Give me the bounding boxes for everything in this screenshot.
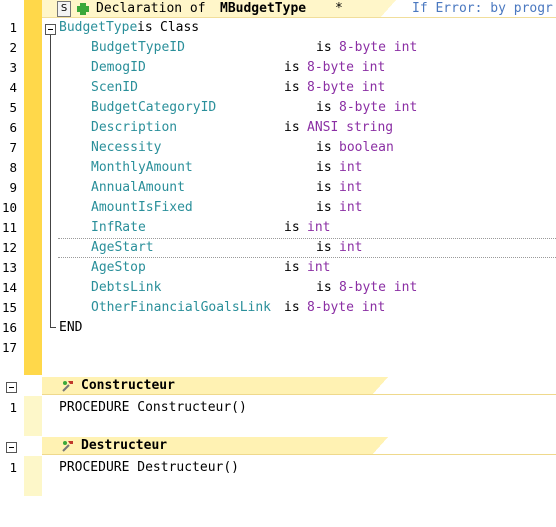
member-type: int — [307, 260, 331, 275]
line-number: 15 — [1, 300, 17, 315]
line-number: 12 — [1, 240, 17, 255]
line-number: 16 — [1, 320, 17, 335]
puzzle-icon — [76, 2, 90, 16]
member-name[interactable]: Necessity — [91, 138, 161, 158]
member-name[interactable]: OtherFinancialGoalsLink — [91, 298, 271, 318]
is-keyword: is — [316, 40, 332, 55]
is-keyword: is — [316, 140, 332, 155]
member-type: 8-byte int — [339, 40, 418, 55]
member-type: ANSI string — [307, 120, 394, 135]
s-badge[interactable]: S — [57, 1, 71, 17]
line-number: 8 — [9, 160, 17, 175]
line-number: 1 — [9, 20, 17, 35]
line-number: 1 — [9, 460, 17, 475]
line-number: 6 — [9, 120, 17, 135]
member-type: boolean — [339, 140, 394, 155]
is-keyword: is — [316, 200, 332, 215]
member-name[interactable]: DebtsLink — [91, 278, 161, 298]
declaration-title-prefix: Declaration of — [96, 1, 206, 16]
is-keyword: is — [284, 80, 300, 95]
is-keyword: is — [316, 180, 332, 195]
is-keyword: is — [316, 280, 332, 295]
declaration-title-name: MBudgetType — [220, 1, 307, 16]
member-type: 8-byte int — [307, 60, 386, 75]
constructor-code[interactable]: PROCEDURE Constructeur() — [59, 398, 247, 418]
class-name[interactable]: BudgetType — [59, 18, 137, 38]
line-number: 13 — [1, 260, 17, 275]
member-type: int — [339, 160, 363, 175]
change-gutter — [24, 18, 42, 375]
destructor-title: Destructeur — [81, 438, 168, 453]
line-number: 3 — [9, 60, 17, 75]
line-number: 4 — [9, 80, 17, 95]
constructor-icon — [61, 379, 75, 393]
line-number: 1 — [9, 400, 17, 415]
is-keyword: is — [316, 160, 332, 175]
is-keyword: is — [316, 100, 332, 115]
line-number: 7 — [9, 140, 17, 155]
is-keyword: is — [284, 120, 300, 135]
member-type: 8-byte int — [307, 300, 386, 315]
member-name[interactable]: Description — [91, 118, 177, 138]
member-name[interactable]: AnnualAmount — [91, 178, 185, 198]
member-type: 8-byte int — [339, 280, 418, 295]
is-keyword: is — [284, 300, 300, 315]
line-number: 14 — [1, 280, 17, 295]
constructor-title: Constructeur — [81, 378, 175, 393]
is-keyword: is — [137, 20, 153, 35]
class-keyword: Class — [160, 20, 200, 35]
is-keyword: is — [284, 60, 300, 75]
member-type: int — [339, 200, 363, 215]
member-type: 8-byte int — [339, 100, 418, 115]
member-name[interactable]: AgeStop — [91, 258, 146, 278]
fold-toggle-constructor[interactable] — [6, 382, 17, 393]
member-name[interactable]: ScenID — [91, 78, 138, 98]
member-name[interactable]: AgeStart — [91, 238, 154, 258]
fold-toggle-class[interactable] — [45, 24, 56, 35]
member-type: int — [307, 220, 331, 235]
member-type: int — [339, 180, 363, 195]
destructor-icon — [61, 439, 75, 453]
destructor-code[interactable]: PROCEDURE Destructeur() — [59, 458, 239, 478]
line-number: 10 — [1, 200, 17, 215]
line-number: 9 — [9, 180, 17, 195]
member-name[interactable]: MonthlyAmount — [91, 158, 193, 178]
fold-toggle-destructor[interactable] — [6, 442, 17, 453]
line-number: 17 — [1, 340, 17, 355]
line-number: 11 — [1, 220, 17, 235]
member-type: 8-byte int — [307, 80, 386, 95]
header-gutter — [24, 0, 42, 18]
end-keyword: END — [59, 320, 83, 335]
modified-marker: * — [335, 1, 343, 16]
is-keyword: is — [284, 260, 300, 275]
member-name[interactable]: DemogID — [91, 58, 146, 78]
line-number: 5 — [9, 100, 17, 115]
member-name[interactable]: BudgetTypeID — [91, 38, 185, 58]
is-keyword: is — [316, 240, 332, 255]
member-type: int — [339, 240, 363, 255]
member-name[interactable]: InfRate — [91, 218, 146, 238]
member-name[interactable]: AmountIsFixed — [91, 198, 193, 218]
line-number: 2 — [9, 40, 17, 55]
is-keyword: is — [284, 220, 300, 235]
declaration-header: S Declaration of MBudgetType * If Error:… — [0, 0, 556, 18]
error-hint[interactable]: If Error: by progr — [412, 0, 553, 17]
member-name[interactable]: BudgetCategoryID — [91, 98, 216, 118]
